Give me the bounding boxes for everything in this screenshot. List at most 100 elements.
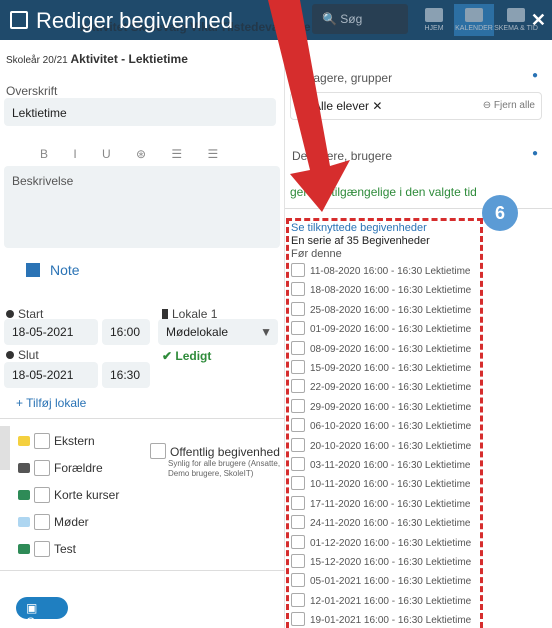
series-event-checkbox[interactable] bbox=[291, 592, 305, 607]
group-icon bbox=[299, 101, 309, 111]
series-event-item[interactable]: 29-09-2020 16:00 - 16:30 Lektietime bbox=[291, 398, 471, 417]
room-select[interactable]: Mødelokale ▼ bbox=[158, 319, 278, 345]
series-event-checkbox[interactable] bbox=[291, 495, 305, 510]
series-event-item[interactable]: 06-10-2020 16:00 - 16:30 Lektietime bbox=[291, 418, 471, 436]
series-event-checkbox[interactable] bbox=[291, 398, 305, 413]
series-event-label: 22-09-2020 16:00 - 16:30 Lektietime bbox=[310, 382, 472, 394]
groups-label: Deltagere, grupper bbox=[292, 71, 393, 85]
series-event-label: 15-09-2020 16:00 - 16:30 Lektietime bbox=[310, 363, 472, 374]
color-swatch bbox=[18, 463, 30, 473]
series-event-item[interactable]: 05-01-2021 16:00 - 16:30 Lektietime bbox=[291, 573, 471, 591]
series-event-checkbox[interactable] bbox=[291, 476, 305, 491]
series-event-item[interactable]: 01-09-2020 16:00 - 16:30 Lektietime bbox=[291, 321, 471, 339]
public-event-hint-2: Demo brugere, SkoleIT) bbox=[168, 469, 254, 478]
series-event-label: 01-09-2020 16:00 - 16:30 Lektietime bbox=[310, 324, 472, 336]
series-event-item[interactable]: 01-12-2020 16:00 - 16:30 Lektietime bbox=[291, 534, 471, 553]
series-event-checkbox[interactable] bbox=[291, 554, 305, 568]
calendar-icon bbox=[10, 11, 28, 29]
series-event-checkbox[interactable] bbox=[291, 379, 305, 394]
text-format-toolbar[interactable]: B I U ⊛ ☰ ☰ bbox=[40, 147, 229, 161]
series-event-label: 19-01-2021 16:00 - 16:30 Lektietime bbox=[310, 615, 472, 627]
series-event-checkbox[interactable] bbox=[291, 360, 305, 374]
start-time-input[interactable]: 16:00 bbox=[102, 319, 150, 345]
search-input[interactable]: 🔍 Søg bbox=[312, 4, 408, 34]
person-icon-2[interactable]: ● bbox=[532, 148, 538, 159]
series-event-checkbox[interactable] bbox=[291, 418, 305, 433]
series-event-item[interactable]: 10-11-2020 16:00 - 16:30 Lektietime bbox=[291, 476, 470, 494]
category-moeder[interactable]: Møder bbox=[18, 514, 89, 530]
schedule-icon bbox=[507, 8, 525, 22]
series-event-item[interactable]: 11-08-2020 16:00 - 16:30 Lektietime bbox=[291, 263, 470, 281]
series-event-item[interactable]: 03-11-2020 16:00 - 16:30 Lektietime bbox=[291, 457, 470, 475]
related-events-link[interactable]: Se tilknyttede begivenheder bbox=[291, 222, 427, 234]
series-event-item[interactable]: 24-11-2020 16:00 - 16:30 Lektietime bbox=[291, 515, 470, 533]
group-chip-field[interactable]: Alle elever ✕ ⊖ Fjern alle bbox=[290, 92, 542, 120]
series-event-label: 03-11-2020 16:00 - 16:30 Lektietime bbox=[310, 460, 471, 471]
series-event-item[interactable]: 20-10-2020 16:00 - 16:30 Lektietime bbox=[291, 437, 472, 456]
series-event-label: 17-11-2020 16:00 - 16:30 Lektietime bbox=[310, 498, 471, 510]
close-button[interactable]: ✕ bbox=[531, 10, 546, 31]
category-ekstern[interactable]: Ekstern bbox=[18, 433, 95, 449]
color-swatch bbox=[18, 436, 30, 446]
nav-home[interactable]: HJEM bbox=[416, 4, 452, 36]
series-event-checkbox[interactable] bbox=[291, 534, 305, 549]
room-availability: ✔ Ledigt bbox=[162, 349, 212, 363]
series-event-item[interactable]: 18-08-2020 16:00 - 16:30 Lektietime bbox=[291, 282, 471, 300]
step-badge: 6 bbox=[482, 195, 518, 231]
series-event-item[interactable]: 17-11-2020 16:00 - 16:30 Lektietime bbox=[291, 495, 471, 514]
series-event-checkbox[interactable] bbox=[291, 437, 305, 452]
color-swatch bbox=[18, 517, 30, 527]
category-foraeldre[interactable]: Forældre bbox=[18, 460, 103, 476]
series-event-checkbox[interactable] bbox=[291, 340, 305, 355]
series-event-item[interactable]: 12-01-2021 16:00 - 16:30 Lektietime bbox=[291, 592, 471, 611]
checkbox[interactable] bbox=[34, 487, 50, 503]
series-event-item[interactable]: 08-09-2020 16:00 - 16:30 Lektietime bbox=[291, 340, 471, 359]
check-icon: ✔ bbox=[162, 349, 176, 363]
overskrift-input[interactable]: Lektietime bbox=[4, 98, 276, 126]
series-event-checkbox[interactable] bbox=[291, 301, 305, 316]
category-test[interactable]: Test bbox=[18, 541, 76, 557]
checkbox[interactable] bbox=[34, 460, 50, 476]
public-event-checkbox[interactable] bbox=[150, 443, 166, 459]
group-chip[interactable]: Alle elever ✕ bbox=[299, 99, 382, 113]
add-room-link[interactable]: + Tilføj lokale bbox=[16, 396, 86, 410]
panel-divider bbox=[284, 40, 285, 628]
series-event-item[interactable]: 15-09-2020 16:00 - 16:30 Lektietime bbox=[291, 360, 471, 378]
public-event-option[interactable]: Offentlig begivenhed Synlig for alle bru… bbox=[150, 443, 280, 479]
checkbox[interactable] bbox=[34, 433, 50, 449]
series-event-label: 20-10-2020 16:00 - 16:30 Lektietime bbox=[310, 440, 472, 452]
person-icon[interactable]: ● bbox=[532, 70, 538, 81]
room-icon bbox=[162, 309, 168, 319]
series-event-label: 05-01-2021 16:00 - 16:30 Lektietime bbox=[310, 576, 472, 588]
series-event-checkbox[interactable] bbox=[291, 573, 305, 588]
overskrift-label: Overskrift bbox=[6, 84, 58, 98]
top-bar: Aktivitet Skolevalg Vikar Tilstedeværels… bbox=[0, 0, 552, 40]
school-year: Skoleår 20/21 bbox=[6, 55, 68, 66]
end-time-input[interactable]: 16:30 bbox=[102, 362, 150, 388]
available-users-link[interactable]: gere er tilgængelige i den valgte tid bbox=[290, 185, 477, 199]
series-event-item[interactable]: 25-08-2020 16:00 - 16:30 Lektietime bbox=[291, 301, 471, 320]
nav-calendar[interactable]: KALENDER bbox=[454, 4, 494, 36]
checkbox[interactable] bbox=[34, 541, 50, 557]
save-button[interactable]: ▣ Gem bbox=[16, 597, 68, 628]
series-event-checkbox[interactable] bbox=[291, 612, 305, 627]
category-korte-kurser[interactable]: Korte kurser bbox=[18, 487, 119, 503]
context-line: Skoleår 20/21 Aktivitet - Lektietime bbox=[6, 52, 188, 66]
series-event-item[interactable]: 22-09-2020 16:00 - 16:30 Lektietime bbox=[291, 379, 471, 397]
remove-all-button[interactable]: ⊖ Fjern alle bbox=[483, 100, 535, 111]
note-icon bbox=[26, 263, 40, 277]
series-event-label: 18-08-2020 16:00 - 16:30 Lektietime bbox=[310, 285, 472, 297]
description-editor[interactable]: Beskrivelse bbox=[4, 166, 280, 248]
series-event-checkbox[interactable] bbox=[291, 457, 305, 471]
series-event-checkbox[interactable] bbox=[291, 263, 305, 277]
end-date-input[interactable]: 18-05-2021 bbox=[4, 362, 98, 388]
checkbox[interactable] bbox=[34, 514, 50, 530]
series-event-item[interactable]: 19-01-2021 16:00 - 16:30 Lektietime bbox=[291, 612, 471, 628]
series-event-checkbox[interactable] bbox=[291, 282, 305, 297]
start-date-input[interactable]: 18-05-2021 bbox=[4, 319, 98, 345]
note-button[interactable]: Note bbox=[26, 262, 80, 278]
series-event-checkbox[interactable] bbox=[291, 321, 305, 336]
divider-2 bbox=[0, 570, 284, 571]
series-event-item[interactable]: 15-12-2020 16:00 - 16:30 Lektietime bbox=[291, 554, 471, 572]
series-event-checkbox[interactable] bbox=[291, 515, 305, 530]
